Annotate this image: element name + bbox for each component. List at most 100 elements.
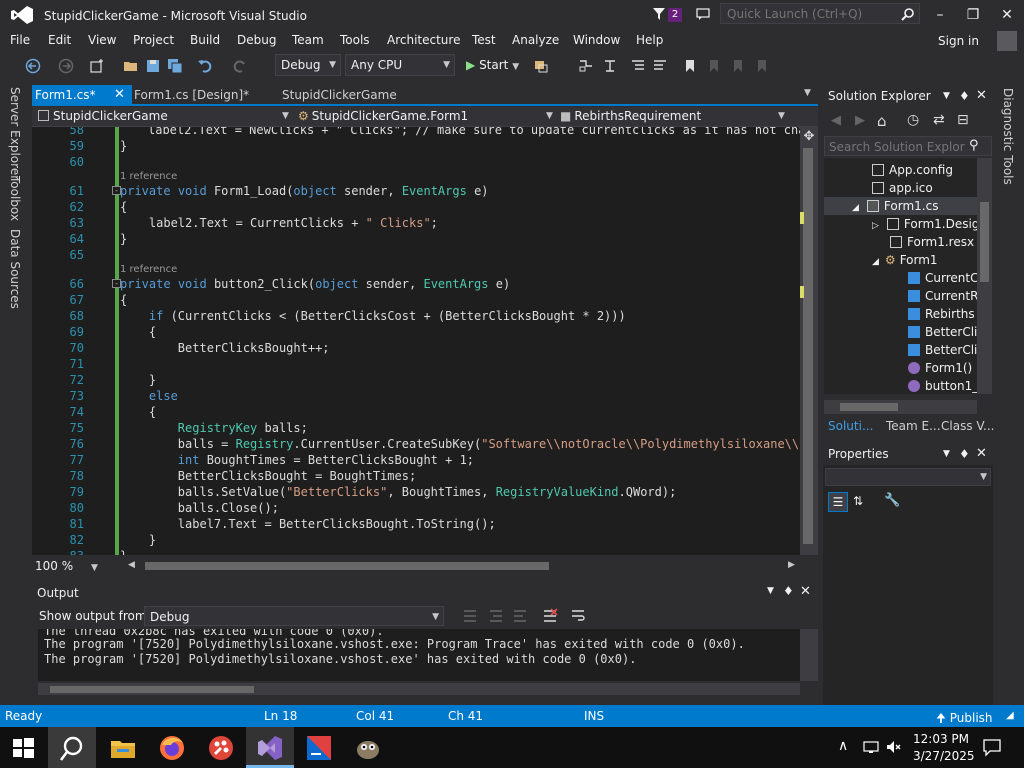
close-window-button[interactable]: ✕ bbox=[992, 4, 1022, 26]
tree-item-member[interactable]: CurrentR bbox=[908, 287, 977, 305]
feedback-icon[interactable] bbox=[696, 7, 710, 21]
tab-form1-design[interactable]: Form1.cs [Design]* bbox=[134, 88, 249, 102]
account-icon[interactable] bbox=[997, 31, 1017, 51]
paint-app-icon[interactable] bbox=[206, 733, 236, 763]
comment-lines-icon[interactable] bbox=[630, 58, 646, 74]
output-text-area[interactable]: The thread 0x2b8c has exited with code 0… bbox=[38, 629, 800, 681]
network-icon[interactable] bbox=[862, 738, 880, 756]
member-dropdown[interactable]: ■ RebirthsRequirement bbox=[560, 109, 701, 123]
step-over-icon[interactable] bbox=[602, 58, 618, 74]
tab-diagnostic-tools[interactable]: Diagnostic Tools bbox=[1001, 88, 1015, 185]
word-wrap-icon[interactable] bbox=[570, 608, 586, 624]
resize-grip-icon[interactable]: ◢ bbox=[1006, 710, 1014, 721]
menu-build[interactable]: Build bbox=[190, 33, 220, 47]
undo-icon[interactable] bbox=[197, 58, 213, 74]
menu-debug[interactable]: Debug bbox=[237, 33, 276, 47]
solution-search-box[interactable]: ⚲ bbox=[824, 136, 992, 156]
property-pages-icon[interactable]: 🔧 bbox=[884, 493, 900, 508]
next-bookmark-icon[interactable] bbox=[730, 58, 746, 74]
gimp-icon[interactable] bbox=[353, 733, 383, 763]
menu-file[interactable]: File bbox=[10, 33, 30, 47]
save-all-icon[interactable] bbox=[167, 58, 183, 74]
find-message-icon[interactable] bbox=[462, 608, 478, 624]
close-tab-icon[interactable]: ✕ bbox=[114, 85, 125, 105]
forward-icon[interactable]: ▶ bbox=[855, 113, 865, 128]
tree-item-app-config[interactable]: App.config bbox=[872, 161, 953, 179]
start-debugging-button[interactable]: ▶ Start ▼ bbox=[462, 54, 524, 76]
tab-project-properties[interactable]: StupidClickerGame bbox=[282, 88, 397, 102]
menu-view[interactable]: View bbox=[88, 33, 116, 47]
close-output-icon[interactable]: ✕ bbox=[800, 584, 811, 599]
sign-in-link[interactable]: Sign in bbox=[938, 34, 979, 48]
scroll-left-icon[interactable]: ◀ bbox=[128, 560, 135, 570]
alphabetical-icon[interactable]: ⇅ bbox=[853, 494, 863, 508]
collapse-all-icon[interactable]: ⊟ bbox=[957, 112, 969, 128]
tree-item-form1-cs[interactable]: ◢ Form1.cs bbox=[824, 197, 977, 215]
tree-item-member[interactable]: button1_ bbox=[908, 377, 977, 394]
next-message-icon[interactable] bbox=[512, 608, 528, 624]
zoom-dropdown[interactable]: 100 % ▼ bbox=[35, 559, 98, 573]
tree-item-form1-class[interactable]: ◢ ⚙ Form1 bbox=[872, 251, 938, 269]
solution-tree[interactable]: App.config app.ico ◢ Form1.cs ▷ Form1.Desi… bbox=[824, 158, 977, 394]
solution-platform-dropdown[interactable]: Any CPU ▼ bbox=[345, 54, 455, 76]
tree-item-member[interactable]: BetterCli bbox=[908, 341, 977, 359]
output-horizontal-scroll-thumb[interactable] bbox=[50, 686, 254, 693]
menu-edit[interactable]: Edit bbox=[48, 33, 71, 47]
tree-item-member[interactable]: Rebirths bbox=[908, 305, 975, 323]
window-options-icon[interactable]: ▼ bbox=[943, 91, 950, 101]
tree-item-form1-resx[interactable]: Form1.resx bbox=[890, 233, 974, 251]
clear-all-icon[interactable] bbox=[542, 608, 558, 624]
menu-architecture[interactable]: Architecture bbox=[387, 33, 460, 47]
navigate-forward-icon[interactable] bbox=[58, 58, 74, 74]
solution-search-input[interactable] bbox=[829, 140, 965, 154]
browser-link-icon[interactable] bbox=[533, 58, 549, 74]
categorized-icon[interactable]: ☰ bbox=[828, 492, 848, 512]
split-editor-icon[interactable]: ✥ bbox=[801, 129, 817, 144]
solution-horizontal-scroll-thumb[interactable] bbox=[840, 403, 898, 411]
search-icon[interactable] bbox=[57, 734, 87, 764]
chevron-down-icon[interactable]: ▼ bbox=[282, 111, 289, 121]
output-source-dropdown[interactable]: Debug ▼ bbox=[144, 606, 444, 626]
search-icon[interactable] bbox=[901, 7, 915, 21]
pin-icon[interactable]: ♦ bbox=[783, 584, 794, 598]
minimize-button[interactable]: – bbox=[925, 4, 955, 26]
volume-muted-icon[interactable] bbox=[885, 738, 903, 756]
back-icon[interactable]: ◀ bbox=[831, 113, 841, 128]
chevron-down-icon[interactable]: ▼ bbox=[546, 111, 553, 121]
tab-server-explorer[interactable]: Server Explorer bbox=[8, 87, 22, 180]
save-icon[interactable] bbox=[145, 58, 161, 74]
menu-team[interactable]: Team bbox=[292, 33, 324, 47]
tree-item-app-ico[interactable]: app.ico bbox=[872, 179, 933, 197]
taskbar-clock-date[interactable]: 3/27/2025 bbox=[913, 749, 975, 763]
output-vertical-scrollbar[interactable] bbox=[800, 629, 818, 681]
taskbar-clock-time[interactable]: 12:03 PM bbox=[913, 732, 969, 746]
quick-launch-box[interactable] bbox=[720, 3, 920, 24]
codelens-references[interactable]: 1 reference bbox=[120, 264, 177, 275]
step-icon[interactable] bbox=[578, 58, 594, 74]
uncomment-lines-icon[interactable] bbox=[652, 58, 668, 74]
tree-item-member[interactable]: CurrentC bbox=[908, 269, 977, 287]
properties-object-dropdown[interactable]: ▼ bbox=[825, 468, 991, 486]
pin-icon[interactable]: ♦ bbox=[959, 447, 970, 461]
redo-icon[interactable] bbox=[232, 58, 248, 74]
menu-help[interactable]: Help bbox=[636, 33, 663, 47]
close-solution-explorer-icon[interactable]: ✕ bbox=[976, 88, 987, 103]
tab-toolbox[interactable]: Toolbox bbox=[8, 176, 22, 221]
window-options-icon[interactable]: ▼ bbox=[943, 449, 950, 459]
tab-form1-cs[interactable]: Form1.cs* ✕ bbox=[32, 85, 132, 106]
solution-vertical-scroll-thumb[interactable] bbox=[980, 202, 989, 282]
action-center-icon[interactable] bbox=[982, 737, 1002, 757]
window-options-icon[interactable]: ▼ bbox=[767, 586, 774, 596]
tab-list-dropdown-icon[interactable]: ▼ bbox=[804, 88, 811, 98]
clear-bookmarks-icon[interactable] bbox=[754, 58, 770, 74]
chevron-down-icon[interactable]: ▼ bbox=[778, 111, 785, 121]
solution-horizontal-scrollbar[interactable] bbox=[824, 400, 977, 414]
open-file-icon[interactable] bbox=[123, 58, 139, 74]
tab-data-sources[interactable]: Data Sources bbox=[8, 229, 22, 309]
codelens-references[interactable]: 1 reference bbox=[120, 171, 177, 182]
menu-project[interactable]: Project bbox=[133, 33, 174, 47]
home-icon[interactable]: ⌂ bbox=[877, 112, 887, 130]
tree-item-form1-designer[interactable]: ▷ Form1.Desig bbox=[872, 215, 977, 233]
menu-tools[interactable]: Tools bbox=[340, 33, 370, 47]
menu-test[interactable]: Test bbox=[472, 33, 496, 47]
